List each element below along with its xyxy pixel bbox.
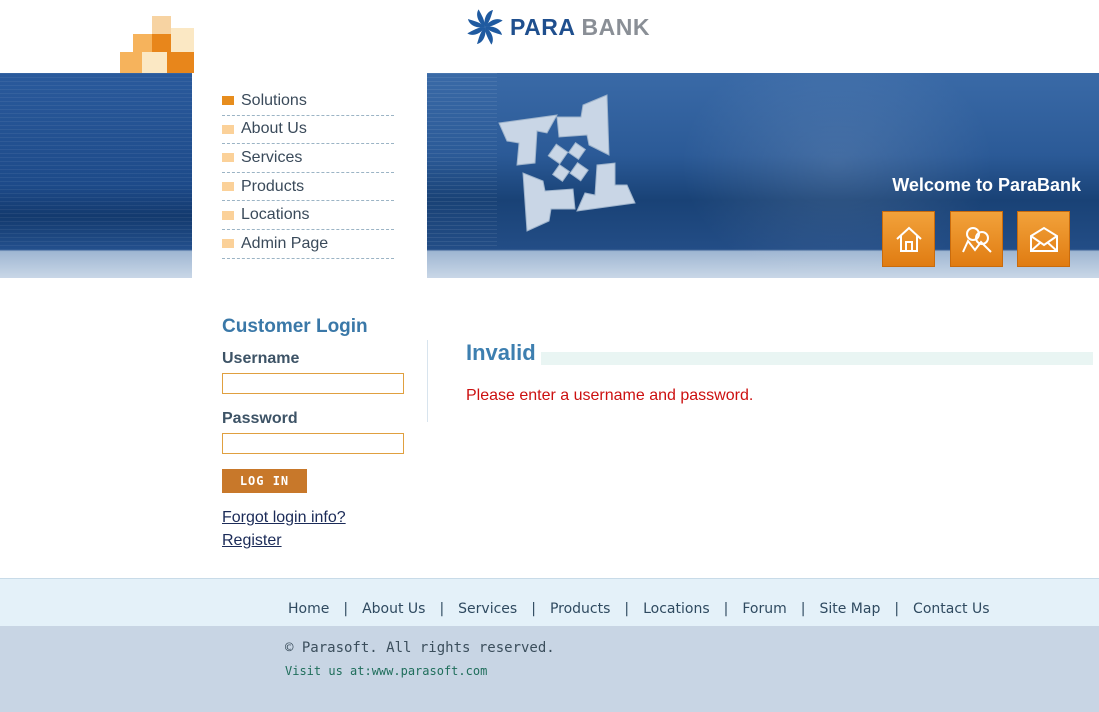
logo-text: PARA BANK — [510, 14, 650, 41]
contact-button[interactable] — [950, 211, 1003, 267]
contact-people-icon — [962, 227, 992, 253]
bullet-icon — [222, 96, 234, 106]
menu-item-label: Locations — [241, 206, 310, 224]
login-button[interactable]: LOG IN — [222, 469, 307, 493]
footer-link-home[interactable]: Home — [288, 601, 329, 617]
menu-item-label: Services — [241, 148, 303, 166]
decorative-blocks — [120, 16, 194, 73]
footer-link-services[interactable]: Services — [458, 601, 517, 617]
footer-separator: | — [343, 601, 349, 617]
welcome-text: Welcome to ParaBank — [892, 175, 1081, 195]
visit-text: Visit us at:www.parasoft.com — [285, 664, 487, 678]
footer-bottom — [0, 626, 1099, 712]
home-button[interactable] — [882, 211, 935, 267]
title-underline — [541, 352, 1093, 365]
menu-item-about-us[interactable]: About Us — [222, 116, 394, 145]
mail-button[interactable] — [1017, 211, 1070, 267]
footer-separator: | — [439, 601, 445, 617]
parabank-logo[interactable]: PARA BANK — [466, 8, 650, 46]
logo-text-para: PARA — [510, 13, 575, 40]
home-icon — [896, 226, 922, 252]
forgot-login-link[interactable]: Forgot login info? — [222, 509, 346, 527]
register-link[interactable]: Register — [222, 532, 282, 550]
footer-link-forum[interactable]: Forum — [742, 601, 786, 617]
footer-separator: | — [894, 601, 900, 617]
password-input[interactable] — [222, 433, 404, 454]
footer-separator: | — [723, 601, 729, 617]
menu-item-label: Solutions — [241, 91, 307, 109]
bullet-icon — [222, 239, 234, 249]
footer-links: Home | About Us | Services | Products | Loca… — [288, 601, 990, 617]
bullet-icon — [222, 182, 234, 192]
menu-item-label: Admin Page — [241, 234, 329, 252]
logo-text-bank: BANK — [581, 13, 650, 40]
menu-item-solutions[interactable]: Solutions — [222, 87, 394, 116]
left-nav-menu: Solutions About Us Services Products Loc… — [222, 87, 394, 259]
footer-link-site-map[interactable]: Site Map — [819, 601, 880, 617]
copyright-text: © Parasoft. All rights reserved. — [285, 640, 555, 656]
password-label: Password — [222, 410, 298, 427]
content-divider — [427, 340, 428, 422]
menu-item-services[interactable]: Services — [222, 144, 394, 173]
customer-login-title: Customer Login — [222, 316, 368, 337]
footer-separator: | — [531, 601, 536, 617]
page-title: Invalid — [466, 340, 536, 365]
footer-separator: | — [800, 601, 806, 617]
parasoft-link[interactable]: www.parasoft.com — [372, 664, 488, 678]
menu-item-admin-page[interactable]: Admin Page — [222, 230, 394, 259]
username-input[interactable] — [222, 373, 404, 394]
arrows-emblem-icon — [498, 94, 636, 232]
header-band-left — [0, 73, 192, 278]
username-label: Username — [222, 350, 300, 367]
visit-prefix: Visit us at: — [285, 664, 372, 678]
footer-link-products[interactable]: Products — [550, 601, 610, 617]
menu-item-label: About Us — [241, 120, 307, 138]
mail-icon — [1030, 226, 1058, 252]
menu-item-products[interactable]: Products — [222, 173, 394, 202]
footer-separator: | — [624, 601, 630, 617]
pinwheel-icon — [467, 9, 503, 45]
header-band-right: Welcome to ParaBank — [427, 73, 1099, 278]
bullet-icon — [222, 153, 234, 163]
footer-link-locations[interactable]: Locations — [643, 601, 710, 617]
error-message: Please enter a username and password. — [466, 387, 754, 404]
bullet-icon — [222, 124, 234, 134]
footer-link-contact-us[interactable]: Contact Us — [913, 601, 989, 617]
bullet-icon — [222, 210, 234, 220]
menu-item-locations[interactable]: Locations — [222, 201, 394, 230]
footer-link-about-us[interactable]: About Us — [362, 601, 425, 617]
menu-item-label: Products — [241, 177, 305, 195]
